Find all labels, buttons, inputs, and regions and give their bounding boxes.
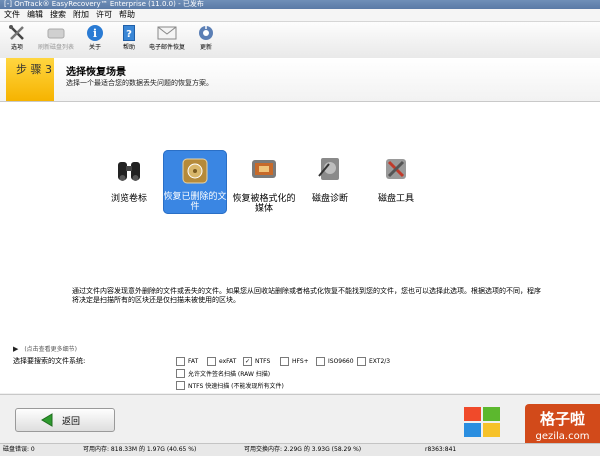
update-icon bbox=[196, 23, 216, 43]
formatted-media-icon bbox=[247, 152, 281, 186]
option-disk-tools-label: 磁盘工具 bbox=[377, 194, 414, 204]
option-recover-formatted[interactable]: 恢复被格式化的媒体 bbox=[232, 152, 296, 214]
status-disk-errors: 磁盘错误: 0 bbox=[3, 446, 35, 453]
checkbox-ntfs-quick-scan[interactable]: NTFS 快速扫描 (不能发现所有文件) bbox=[176, 381, 284, 390]
window-title: [-] OnTrack® EasyRecovery™ Enterprise (1… bbox=[4, 0, 204, 8]
option-recover-deleted[interactable]: 恢复已删除的文件 bbox=[163, 150, 227, 214]
back-button[interactable]: 返回 bbox=[15, 408, 115, 432]
toolbar: 选项 刷新磁盘列表 i 关于 ? 帮助 电子邮件恢复 更新 bbox=[0, 22, 600, 59]
option-description: 通过文件内容发现意外删除的文件或丢失的文件。如果您从回收站删除或者格式化恢复不能… bbox=[72, 287, 541, 304]
options-label: 选项 bbox=[10, 44, 23, 51]
menu-search[interactable]: 搜索 bbox=[50, 9, 66, 21]
option-recover-deleted-label: 恢复已删除的文件 bbox=[163, 192, 227, 212]
checkmark-icon: ✓ bbox=[243, 357, 252, 366]
more-details-label: (点击查看更多细节) bbox=[24, 346, 77, 353]
mail-icon bbox=[157, 23, 177, 43]
option-disk-diagnostic-label: 磁盘诊断 bbox=[311, 194, 348, 204]
info-icon: i bbox=[85, 23, 105, 43]
filesystem-label: 选择要搜索的文件系统: bbox=[13, 357, 86, 365]
step-subtitle: 选择一个最适合您的数据丢失问题的恢复方案。 bbox=[66, 79, 213, 87]
checkbox-hfsplus[interactable]: HFS+ bbox=[280, 357, 309, 366]
checkbox-raw-scan[interactable]: 允许文件签名扫描 (RAW 扫描) bbox=[176, 369, 270, 378]
status-build: r8363:841 bbox=[425, 446, 457, 453]
help-book-icon: ? bbox=[119, 23, 139, 43]
menu-file[interactable]: 文件 bbox=[4, 9, 20, 21]
status-bar: 磁盘错误: 0 可用内存: 818.33M 的 1.97G (40.65 %) … bbox=[0, 443, 600, 456]
menu-bar: 文件 编辑 搜索 附加 许可 帮助 bbox=[0, 9, 600, 22]
options-button[interactable]: 选项 bbox=[0, 23, 37, 52]
svg-text:i: i bbox=[93, 27, 97, 40]
checkbox-iso9660[interactable]: ISO9660 bbox=[316, 357, 354, 366]
svg-text:?: ? bbox=[126, 29, 132, 40]
menu-help[interactable]: 帮助 bbox=[119, 9, 135, 21]
email-recovery-label: 电子邮件恢复 bbox=[148, 44, 185, 51]
refresh-disk-list-label: 刷新磁盘列表 bbox=[37, 44, 74, 51]
watermark-url: gezila.com bbox=[535, 431, 590, 442]
deleted-file-recovery-icon bbox=[178, 154, 212, 188]
disk-tools-icon bbox=[379, 152, 413, 186]
window-title-bar: [-] OnTrack® EasyRecovery™ Enterprise (1… bbox=[0, 0, 600, 9]
refresh-disk-icon bbox=[46, 23, 66, 43]
back-button-label: 返回 bbox=[62, 416, 81, 427]
step-number: 步 骤 3 bbox=[16, 63, 52, 76]
help-button[interactable]: ? 帮助 bbox=[109, 23, 149, 52]
back-arrow-icon bbox=[40, 413, 54, 427]
checkbox-ext23[interactable]: EXT2/3 bbox=[357, 357, 390, 366]
update-button[interactable]: 更新 bbox=[186, 23, 226, 52]
binoculars-icon bbox=[112, 152, 146, 186]
refresh-disk-list-button[interactable]: 刷新磁盘列表 bbox=[36, 23, 76, 52]
menu-edit[interactable]: 编辑 bbox=[27, 9, 43, 21]
option-browse-volume-label: 浏览卷标 bbox=[110, 194, 147, 204]
disk-diagnostic-icon bbox=[313, 152, 347, 186]
update-label: 更新 bbox=[199, 44, 212, 51]
expand-arrow-icon: ▶ bbox=[13, 345, 19, 353]
help-label: 帮助 bbox=[122, 44, 135, 51]
more-details-toggle[interactable]: ▶ (点击查看更多细节) bbox=[13, 344, 77, 353]
option-browse-volume[interactable]: 浏览卷标 bbox=[97, 152, 161, 204]
option-disk-diagnostic[interactable]: 磁盘诊断 bbox=[298, 152, 362, 204]
status-available-memory: 可用内存: 818.33M 的 1.97G (40.65 %) bbox=[83, 446, 197, 453]
step-badge: 步 骤 3 bbox=[6, 58, 54, 101]
option-disk-tools[interactable]: 磁盘工具 bbox=[364, 152, 428, 204]
checkbox-ntfs[interactable]: ✓ NTFS bbox=[243, 357, 270, 366]
menu-addons[interactable]: 附加 bbox=[73, 9, 89, 21]
status-available-swap: 可用交换内存: 2.29G 的 3.93G (58.29 %) bbox=[244, 446, 362, 453]
watermark-title: 格子啦 bbox=[539, 410, 585, 428]
checkbox-fat[interactable]: FAT bbox=[176, 357, 198, 366]
option-recover-formatted-label: 恢复被格式化的媒体 bbox=[232, 194, 296, 214]
windows-logo-icon bbox=[462, 405, 502, 439]
email-recovery-button[interactable]: 电子邮件恢复 bbox=[147, 23, 187, 52]
tools-icon bbox=[7, 23, 27, 43]
checkbox-exfat[interactable]: exFAT bbox=[207, 357, 236, 366]
menu-license[interactable]: 许可 bbox=[96, 9, 112, 21]
main-panel bbox=[0, 102, 600, 393]
step-title: 选择恢复场景 bbox=[66, 67, 126, 78]
